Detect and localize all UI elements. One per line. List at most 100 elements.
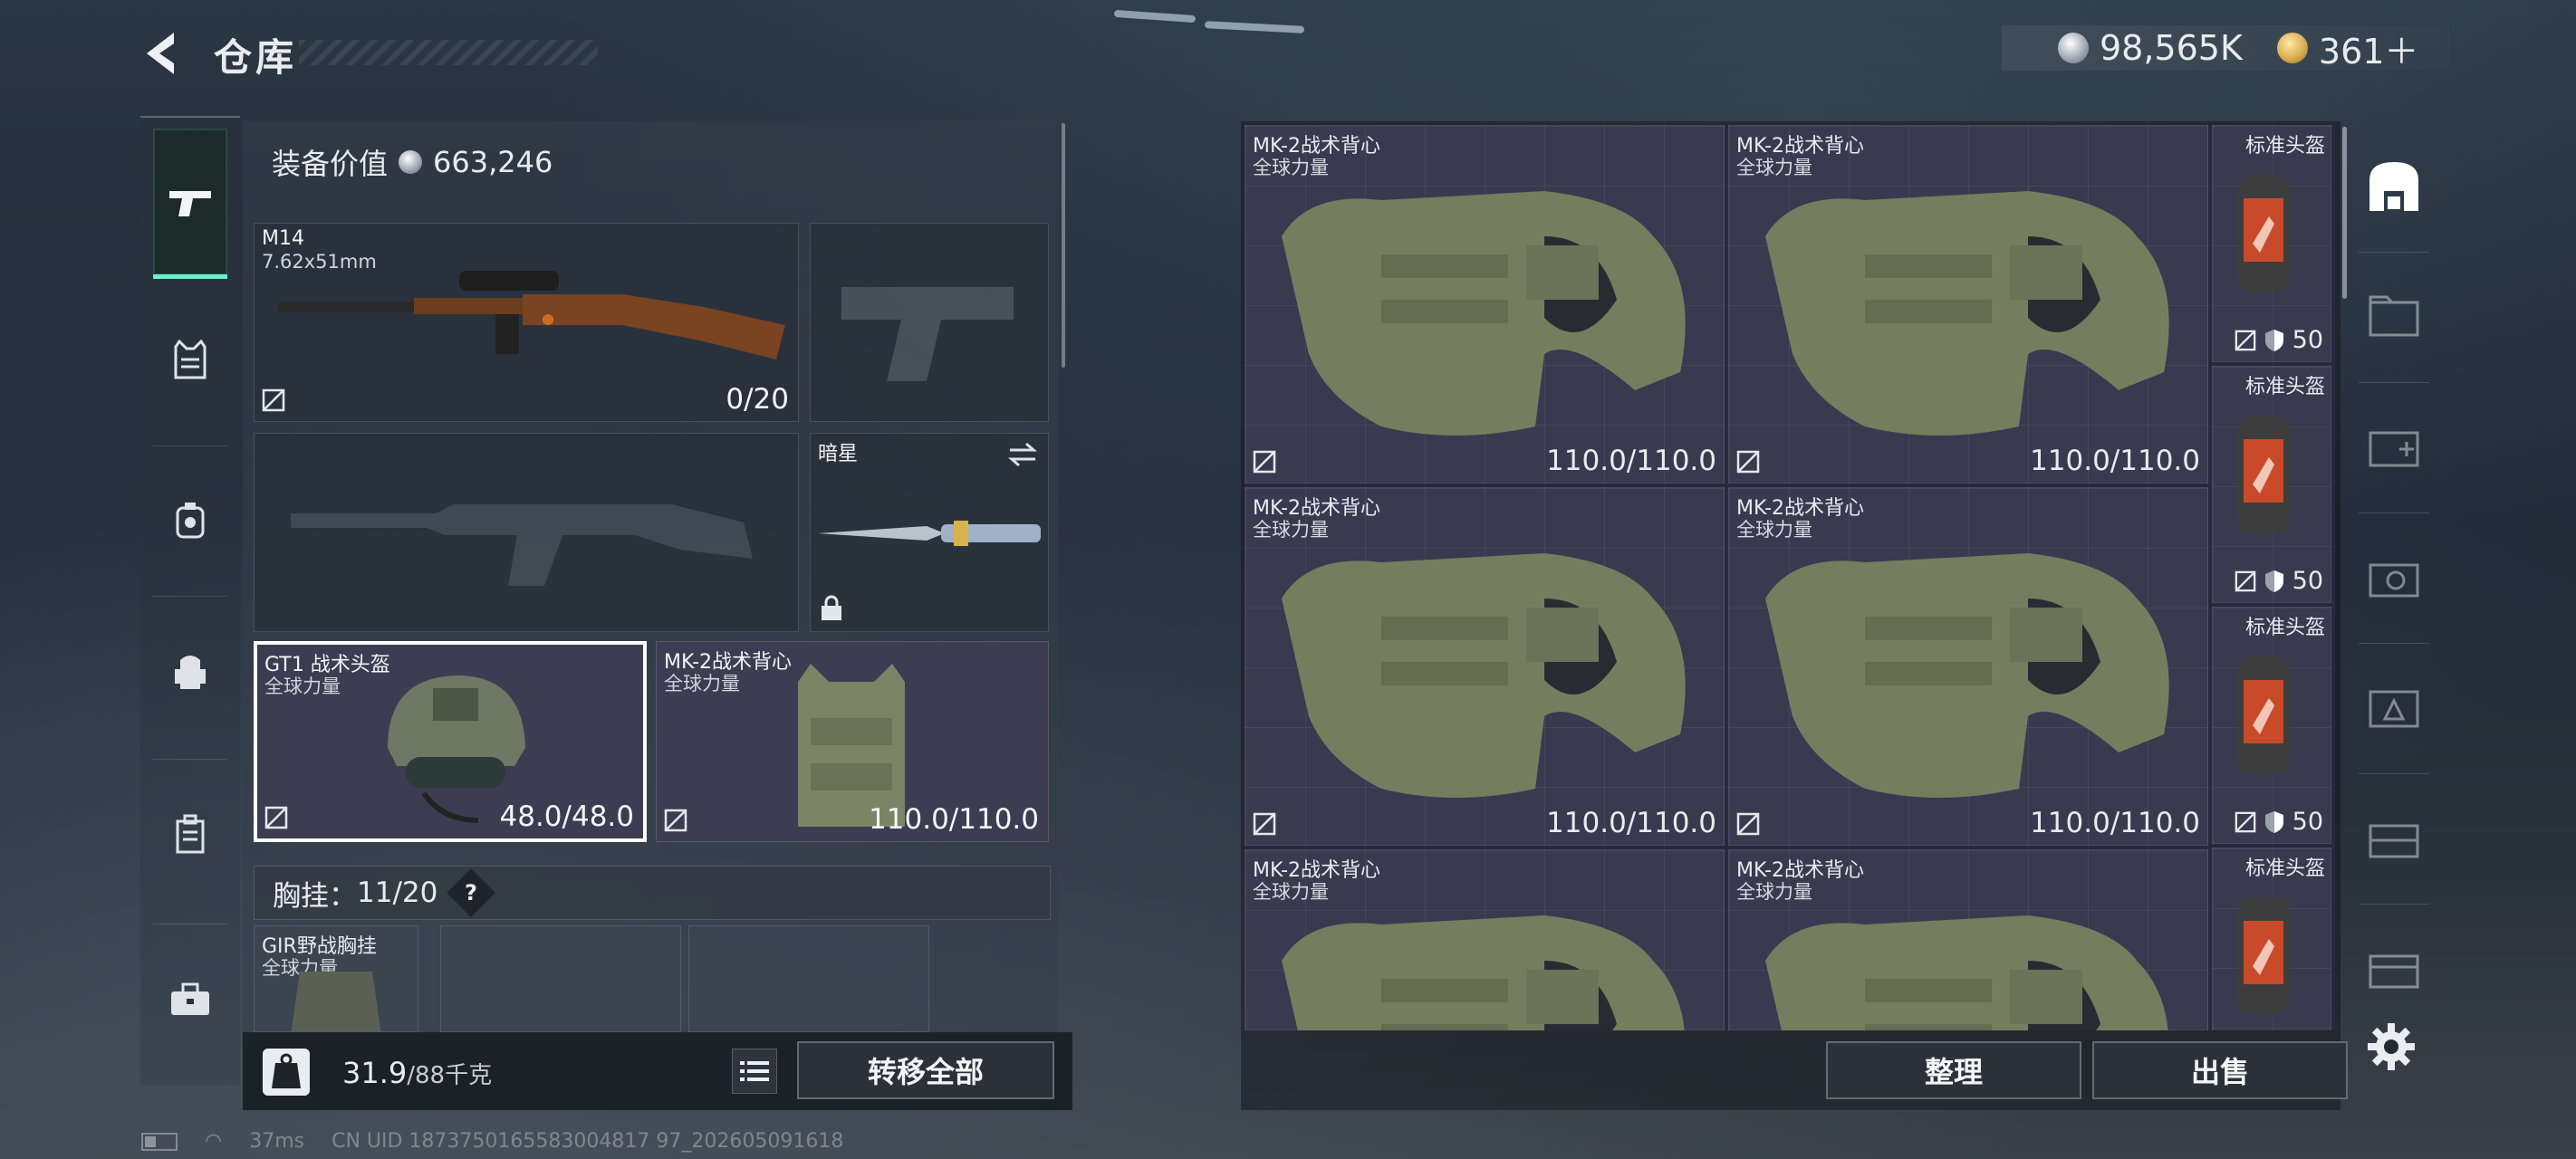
armor-shield-icon <box>2264 810 2283 833</box>
ping-text: 37ms <box>249 1130 305 1153</box>
silver-amount: 98,565K <box>2100 28 2243 68</box>
sell-button[interactable]: 出售 <box>2092 1041 2348 1099</box>
storage-item-helmet[interactable]: 标准头盔 <box>2212 848 2331 1030</box>
folder-icon <box>2369 295 2419 337</box>
helmet-image <box>2238 897 2289 1015</box>
no-insurance-icon <box>1253 812 1276 836</box>
help-icon[interactable]: ? <box>447 868 496 917</box>
vest-image <box>1282 553 1686 798</box>
swap-icon[interactable] <box>1006 441 1039 468</box>
weapon-name: M14 <box>262 227 304 250</box>
melee-name: 暗星 <box>818 443 859 465</box>
storage-tab-2[interactable] <box>2350 257 2438 375</box>
storage-item-vest[interactable]: MK-2战术背心 全球力量 110.0/110.0 <box>1245 487 1725 846</box>
no-insurance-icon <box>664 809 687 832</box>
silver-coin-icon <box>399 150 423 174</box>
settings-icon[interactable] <box>2366 1021 2417 1072</box>
vest-slot[interactable]: MK-2战术背心 全球力量 110.0/110.0 <box>656 641 1049 842</box>
chest-rig-max: /20 <box>392 876 438 909</box>
wifi-icon: ◠ <box>205 1130 223 1153</box>
item-name: 标准头盔 <box>2244 376 2325 398</box>
vest-image <box>1765 191 2169 436</box>
storage-item-vest[interactable]: MK-2战术背心 全球力量 110.0/110.0 <box>1728 125 2208 484</box>
armor-value: 50 <box>2292 567 2323 595</box>
storage-icon <box>2369 162 2418 211</box>
nav-case[interactable] <box>153 761 227 907</box>
storage-tab-3[interactable] <box>2350 388 2438 505</box>
nav-toolbox[interactable] <box>153 925 227 1072</box>
storage-tab-nav <box>2350 127 2438 996</box>
storage-tab-6[interactable] <box>2350 779 2438 896</box>
weight-max: /88千克 <box>407 1062 493 1089</box>
equipment-value-label: 装备价值 <box>272 147 389 181</box>
vest-image <box>1282 915 1685 1030</box>
gold-amount[interactable]: 361＋ <box>2319 24 2419 73</box>
storage-item-helmet[interactable]: 标准头盔 50 <box>2212 125 2331 362</box>
storage-grid: MK-2战术背心 全球力量 110.0/110.0 MK-2战术背心 全球力量 110.0… <box>1245 125 2335 1030</box>
no-insurance-icon <box>1736 450 1760 474</box>
primary-weapon-slot[interactable]: M14 7.62x51mm 0/20 <box>254 223 799 422</box>
rig-pocket-slot[interactable] <box>440 925 681 1032</box>
item-armor: 50 <box>2235 808 2323 836</box>
melee-slot[interactable]: 暗星 <box>810 433 1049 632</box>
secondary-weapon-slot-empty[interactable] <box>254 433 799 632</box>
item-name: 标准头盔 <box>2244 857 2325 880</box>
storage-item-vest[interactable]: MK-2战术背心 全球力量 110.0/110.0 <box>1728 487 2208 846</box>
vest-image <box>1765 553 2169 798</box>
storage-item-vest[interactable]: MK-2战术背心 全球力量 <box>1728 849 2208 1030</box>
equipment-value: 装备价值 663,246 <box>272 141 553 183</box>
nav-pouch[interactable] <box>153 447 227 594</box>
storage-tab-7[interactable] <box>2350 909 2438 1027</box>
status-bar: ◠ 37ms CN UID 1873750165583004817 97_202… <box>141 1130 843 1153</box>
no-insurance-icon <box>1736 812 1760 836</box>
no-insurance-icon <box>1253 450 1276 474</box>
battery-icon <box>141 1132 178 1151</box>
storage-item-helmet[interactable]: 标准头盔 50 <box>2212 607 2331 844</box>
crate-icon <box>2369 954 2419 989</box>
equipment-scrollbar[interactable] <box>1062 123 1065 368</box>
storage-item-vest[interactable]: MK-2战术背心 全球力量 110.0/110.0 <box>1245 125 1725 484</box>
vest-image <box>1282 191 1686 436</box>
sidearm-slot-empty[interactable] <box>810 223 1049 422</box>
storage-scrollbar[interactable] <box>2342 127 2347 299</box>
armor-shield-icon <box>2264 570 2283 592</box>
item-armor: 50 <box>2235 326 2323 354</box>
vest-durability: 110.0/110.0 <box>869 803 1039 836</box>
item-durability: 110.0/110.0 <box>2030 445 2200 477</box>
nav-backpack[interactable] <box>153 598 227 744</box>
pistol-icon <box>169 191 211 216</box>
chest-rig-current: 11 <box>357 876 393 909</box>
nav-vest[interactable] <box>153 286 227 433</box>
list-view-button[interactable] <box>732 1049 777 1094</box>
armor-shield-icon <box>2264 329 2283 351</box>
gold-coin-icon <box>2276 33 2308 63</box>
map-icon <box>2369 690 2419 728</box>
back-icon[interactable] <box>136 27 190 80</box>
chest-rig-label: 胸挂： <box>273 879 357 913</box>
no-insurance-icon <box>264 806 288 829</box>
storage-item-helmet[interactable]: 标准头盔 50 <box>2212 366 2331 603</box>
armor-value: 50 <box>2292 808 2323 836</box>
rig-image <box>291 972 381 1031</box>
item-durability: 110.0/110.0 <box>1546 445 1716 477</box>
transfer-all-button[interactable]: 转移全部 <box>797 1041 1054 1099</box>
no-insurance-icon <box>2235 330 2255 350</box>
left-category-nav <box>140 116 240 1085</box>
item-durability: 110.0/110.0 <box>2030 807 2200 839</box>
vest-image <box>1765 915 2168 1030</box>
storage-tab-all[interactable] <box>2350 127 2438 244</box>
rig-item-slot[interactable]: GIR野战胸挂 全球力量 <box>254 925 418 1032</box>
toolbox-icon <box>171 982 209 1015</box>
nav-weapons[interactable] <box>153 129 227 279</box>
rig-pocket-slot[interactable] <box>688 925 929 1032</box>
helmet-slot[interactable]: GT1 战术头盔 全球力量 48.0/48.0 <box>254 641 647 842</box>
armor-value: 50 <box>2292 326 2323 354</box>
organize-button[interactable]: 整理 <box>1826 1041 2081 1099</box>
vest-region: 全球力量 <box>664 673 740 694</box>
storage-tab-5[interactable] <box>2350 648 2438 766</box>
m14-rifle-image <box>278 271 785 359</box>
helmet-image <box>2238 416 2289 533</box>
item-durability: 110.0/110.0 <box>1546 807 1716 839</box>
storage-tab-4[interactable] <box>2350 518 2438 636</box>
storage-item-vest[interactable]: MK-2战术背心 全球力量 <box>1245 849 1725 1030</box>
